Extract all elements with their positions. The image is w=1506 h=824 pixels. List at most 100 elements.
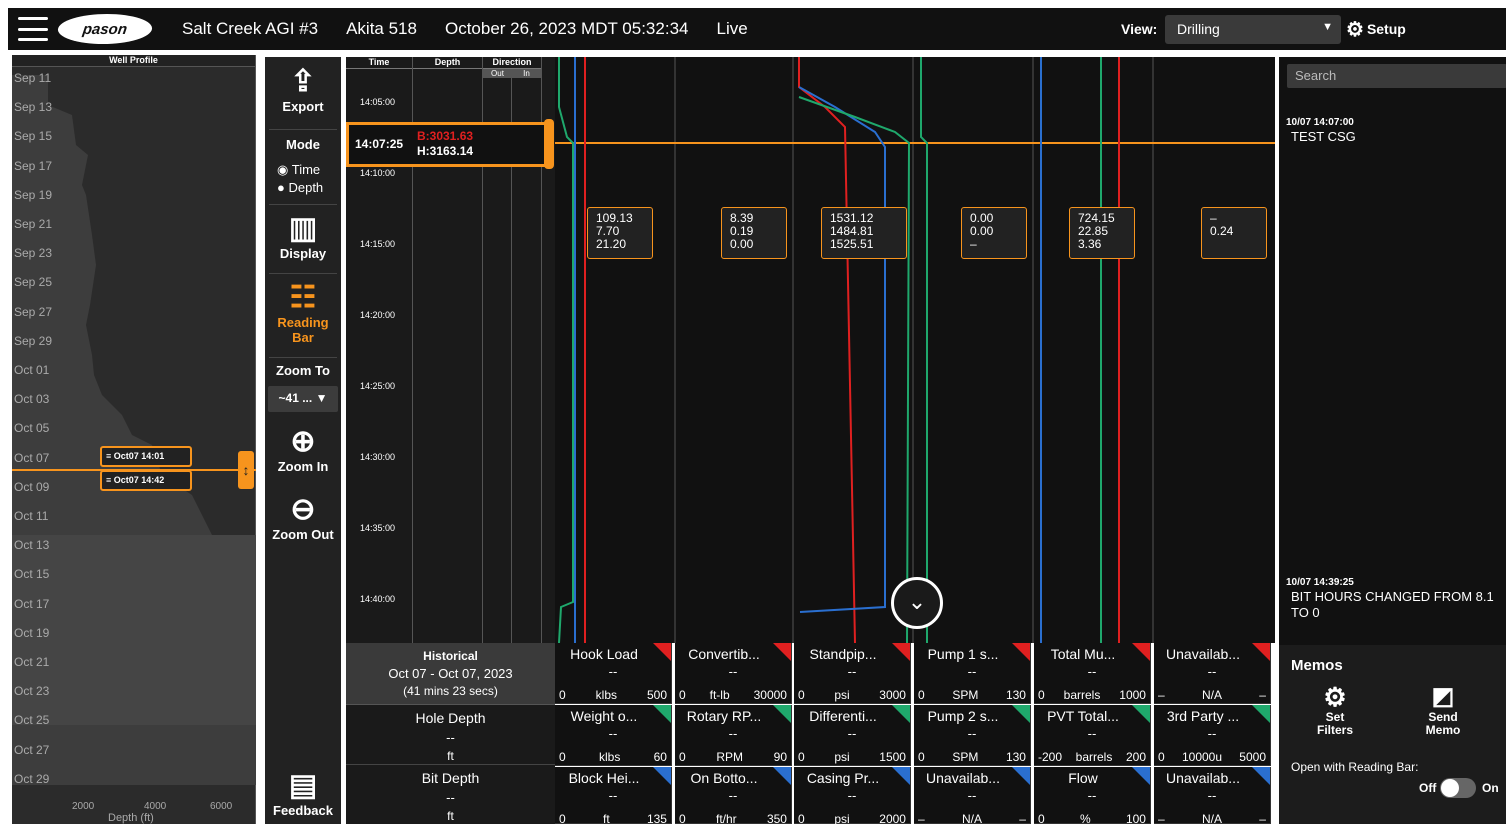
channel-max: 1000 [1119,688,1146,702]
channel-cell[interactable]: Rotary RP... -- 0 RPM 90 [675,705,792,766]
set-filters-label: Set Filters [1316,710,1353,737]
reading-bar-toggle[interactable] [1440,778,1476,798]
memo-text[interactable]: BIT HOURS CHANGED FROM 8.1 TO 0 [1291,589,1501,621]
channel-cell[interactable]: Differenti... -- 0 psi 1500 [794,705,911,766]
channel-min: 0 [1038,688,1045,702]
date-label: Oct 15 [14,567,50,582]
channel-unit: klbs [598,750,621,764]
zoom-in-button[interactable]: ⊕ Zoom In [265,425,341,474]
bit-depth-cell[interactable]: Bit Depth -- ft [346,766,555,824]
channel-cell[interactable]: Unavailab... -- – N/A – [914,767,1031,824]
readout-box[interactable]: 724.15 22.85 3.36 [1069,207,1135,259]
readout-value: 3.36 [1078,237,1102,251]
channel-cell[interactable]: Convertib... -- 0 ft-lb 30000 [675,643,792,704]
zoom-in-icon: ⊕ [290,425,316,458]
time-tick: 14:30:00 [360,452,396,462]
channel-cell[interactable]: PVT Total... -- -200 barrels 200 [1034,705,1151,766]
channel-cell[interactable]: 3rd Party ... -- 0 10000u 5000 [1154,705,1271,766]
channel-cell[interactable]: Hook Load -- 0 klbs 500 [555,643,672,704]
reading-hole-depth: H:3163.14 [417,144,474,158]
readout-box[interactable]: 0.00 0.00– [961,207,1027,259]
send-memo-button[interactable]: ◩ Send Memo [1421,683,1465,737]
date-label: Sep 25 [14,275,53,290]
channel-min: 0 [559,750,566,764]
well-name: Salt Creek AGI #3 [182,19,319,38]
channel-cell[interactable]: Weight o... -- 0 klbs 60 [555,705,672,766]
view-dropdown[interactable]: Drilling ▼ [1165,15,1341,44]
channel-cell[interactable]: Flow -- 0% 100 [1034,767,1151,824]
channel-cell[interactable]: Unavailab... -- – N/A – [1154,643,1271,704]
channel-name: Unavailab... [1166,770,1240,786]
reading-bar-button[interactable]: ☷ Reading Bar [265,281,341,345]
reading-bar[interactable]: 14:07:25 B:3031.63 H:3163.14 [346,119,554,169]
marker-start-label: Oct07 14:01 [113,451,165,461]
toolbar: ⇪ Export Mode ◉ Time ● Depth ▥ Display ☷ Re… [265,57,341,824]
channel-max: 100 [1125,812,1146,824]
set-filters-button[interactable]: ⚙ Set Filters [1313,683,1357,737]
bit-depth-unit: ft [447,809,454,823]
channel-cell[interactable]: Casing Pr... -- 0 psi 2000 [794,767,911,824]
zoom-out-button[interactable]: ⊖ Zoom Out [265,493,341,542]
zoom-out-icon: ⊖ [290,493,316,526]
scroll-down-icon[interactable]: ⌄ [891,577,943,629]
channel-max: 350 [766,812,787,824]
export-button[interactable]: ⇪ Export [265,65,341,114]
channel-cell[interactable]: Block Hei... -- 0 ft 135 [555,767,672,824]
channel-value: -- [1207,726,1217,741]
reading-bar-handle[interactable] [544,119,554,169]
channel-name: On Botto... [690,770,758,786]
channel-unit: ft-lb [709,688,730,702]
readout-box[interactable]: 109.13 7.70 21.20 [587,207,653,259]
display-button[interactable]: ▥ Display [265,212,341,261]
mode-time-radio[interactable]: ◉ Time [277,162,320,178]
channel-value: -- [1087,788,1097,803]
hole-depth-cell[interactable]: Hole Depth -- ft [346,706,555,765]
readout-box[interactable]: 1531.12 1484.81 1525.51 [821,207,907,259]
well-profile-panel[interactable]: Well Profile Sep 11 Sep 13 Sep 15 Sep 17 Sep… [12,55,256,824]
date-label: Oct 11 [14,509,49,523]
channel-min: 0 [1158,750,1165,764]
channel-unit: ft/hr [715,812,737,824]
channel-cell[interactable]: On Botto... -- 0 ft/hr 350 [675,767,792,824]
toggle-off-label: Off [1419,781,1437,795]
channel-color-icon [892,643,910,661]
date-label: Oct 21 [14,655,50,669]
channel-max: 1500 [879,750,906,764]
readout-box[interactable]: 8.39 0.19 0.00 [721,207,787,259]
feedback-button[interactable]: ▤ Feedback [265,769,341,818]
zoom-out-label: Zoom Out [272,527,334,542]
channel-color-icon [892,705,910,723]
channel-max: – [1259,812,1266,824]
hole-depth-unit: ft [447,749,454,763]
channel-cell[interactable]: Standpip... -- 0 psi 3000 [794,643,911,704]
setup-button[interactable]: ⚙ Setup [1346,17,1406,42]
readout-value: 0.00 [730,237,754,251]
channel-value: -- [967,726,977,741]
export-label: Export [282,99,324,114]
live-status[interactable]: Live [716,19,747,39]
marker-start[interactable]: ≡ Oct07 14:01 [100,446,192,467]
range-drag-handle[interactable]: ↕ [238,451,254,489]
mode-depth-radio[interactable]: ● Depth [277,180,323,195]
channel-cell[interactable]: Total Mu... -- 0 barrels 1000 [1034,643,1151,704]
mode-label: Mode [286,137,320,152]
channel-cell[interactable]: Unavailab... -- – N/A – [1154,767,1271,824]
channel-cell[interactable]: Pump 2 s... -- 0 SPM 130 [914,705,1031,766]
channel-color-icon [773,705,791,723]
channel-cell[interactable]: Pump 1 s... -- 0 SPM 130 [914,643,1031,704]
date-label: Oct 05 [14,421,50,436]
channel-name: Weight o... [570,708,638,724]
search-input[interactable]: Search [1287,64,1506,88]
date-label: Oct 03 [14,392,50,407]
zoom-to-dropdown[interactable]: ~41 ... ▼ [268,386,338,412]
channel-value: -- [1207,664,1217,679]
drilling-chart[interactable]: 109.13 7.70 21.20 8.39 0.19 0.00 1531.12 1484.8… [555,57,1275,644]
zoom-to-label: Zoom To [276,363,330,378]
marker-end-label: Oct07 14:42 [113,475,165,485]
memo-text[interactable]: TEST CSG [1291,129,1356,144]
readout-box[interactable]: –0.24 [1201,207,1267,259]
channel-name: Convertib... [688,646,760,662]
marker-end[interactable]: ≡ Oct07 14:42 [100,470,192,491]
hamburger-menu-icon[interactable] [18,17,48,41]
channel-color-icon [773,643,791,661]
